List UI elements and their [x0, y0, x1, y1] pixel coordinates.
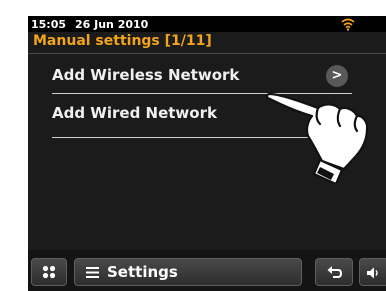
- back-arrow-icon: [327, 266, 343, 278]
- status-time: 15:05: [31, 18, 67, 31]
- settings-label: Settings: [107, 263, 178, 281]
- wifi-signal-icon: [341, 18, 355, 31]
- radio-screen: 15:05 26 Jun 2010 Manual settings [1/11]…: [28, 16, 386, 291]
- volume-button[interactable]: [359, 258, 386, 286]
- menu-item-label: Add Wireless Network: [52, 66, 240, 84]
- grid-icon: [42, 265, 56, 279]
- page-title: Manual settings [1/11]: [33, 33, 212, 49]
- menu-item-label: Add Wired Network: [52, 104, 217, 122]
- hamburger-icon: [86, 267, 99, 278]
- title-divider: [28, 53, 386, 54]
- status-date: 26 Jun 2010: [75, 18, 149, 31]
- speaker-icon: [367, 267, 378, 279]
- pointer-hand-icon: [265, 92, 369, 186]
- back-button[interactable]: [315, 258, 353, 286]
- status-bar: 15:05 26 Jun 2010: [28, 16, 386, 32]
- home-grid-button[interactable]: [31, 258, 67, 286]
- bottom-toolbar: Settings: [28, 250, 386, 291]
- settings-menu-button[interactable]: Settings: [74, 258, 302, 286]
